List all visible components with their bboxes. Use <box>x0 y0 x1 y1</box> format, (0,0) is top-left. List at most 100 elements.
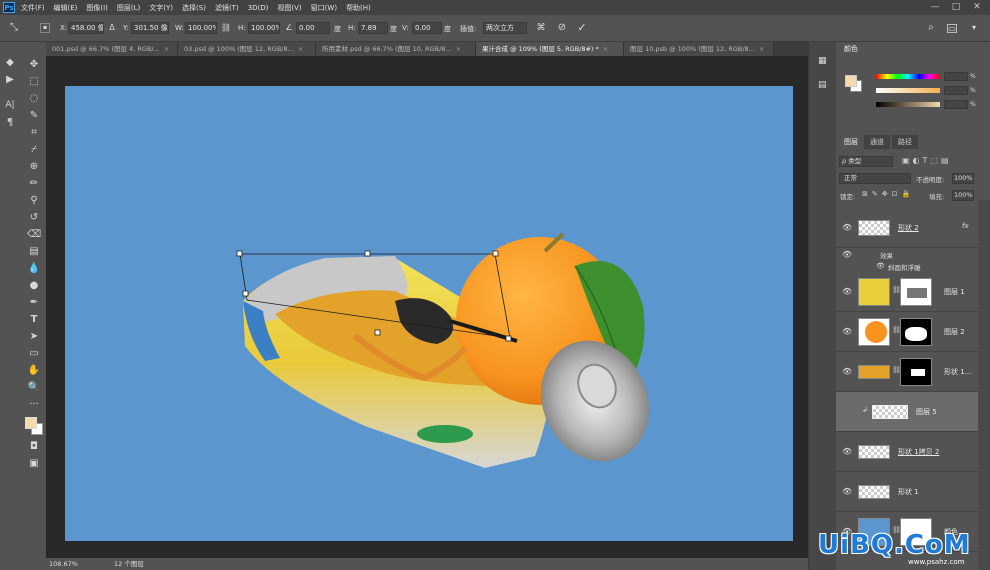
menu-help[interactable]: 帮助(H) <box>346 3 371 13</box>
menu-view[interactable]: 视图(V) <box>277 3 301 13</box>
color-field-1[interactable] <box>944 72 968 81</box>
menu-window[interactable]: 窗口(W) <box>311 3 337 13</box>
cancel-transform-icon[interactable]: ⊘ <box>556 22 568 34</box>
color-field-2[interactable] <box>944 86 968 95</box>
mask-link-icon[interactable]: ⛓ <box>892 286 901 297</box>
saturation-slider[interactable] <box>876 88 940 93</box>
hskew-field[interactable]: 7.89 <box>358 22 388 34</box>
menu-file[interactable]: 文件(F) <box>21 3 45 13</box>
workspace-icon[interactable]: ▭ <box>947 24 957 33</box>
transform-handle-br[interactable] <box>505 335 512 342</box>
warp-icon[interactable]: ⌘ <box>535 22 547 34</box>
paragraph-panel-icon[interactable]: ¶ <box>3 116 17 130</box>
maximize-icon[interactable]: □ <box>951 2 961 12</box>
menu-image[interactable]: 图像(I) <box>86 3 108 13</box>
visibility-eye-icon[interactable]: 👁 <box>842 487 852 496</box>
close-icon[interactable]: ✕ <box>972 2 982 12</box>
menu-select[interactable]: 选择(S) <box>182 3 206 13</box>
healing-tool-icon[interactable]: ⊕ <box>27 160 41 174</box>
tab-channels[interactable]: 通道 <box>864 135 890 149</box>
layer-name[interactable]: 形状 2 <box>898 223 919 233</box>
history-brush-icon[interactable]: ↺ <box>27 211 41 225</box>
tab-close-icon[interactable]: × <box>603 42 608 56</box>
layer-row[interactable]: 👁 形状 2 fx <box>836 208 978 248</box>
hue-slider[interactable] <box>876 74 940 79</box>
menu-layer[interactable]: 图层(L) <box>117 3 140 13</box>
menu-3d[interactable]: 3D(D) <box>248 4 269 12</box>
visibility-eye-icon[interactable]: 👁 <box>842 367 852 376</box>
play-icon[interactable]: ▶ <box>3 73 17 87</box>
tab-03-psd[interactable]: 03.psd @ 100% (图层 12, RGB/8... × <box>178 42 316 56</box>
transform-handle-tl[interactable] <box>236 250 243 257</box>
lock-icons[interactable]: ⊠✎✥⊡🔒 <box>862 190 914 198</box>
y-field[interactable]: 301.50 像素 <box>131 22 169 34</box>
tab-juice-composite[interactable]: 果汁合成 @ 109% (图层 5, RGB/8#) * × <box>476 42 624 56</box>
tab-001-psd[interactable]: 001.psd @ 66.7% (图层 4, RGB/... × <box>46 42 178 56</box>
color-field-3[interactable] <box>944 100 968 109</box>
minimize-icon[interactable]: — <box>930 2 940 12</box>
layers-scrollbar[interactable] <box>978 200 990 570</box>
menu-edit[interactable]: 编辑(E) <box>54 3 78 13</box>
tab-close-icon[interactable]: × <box>298 42 303 56</box>
tab-layer10-psb[interactable]: 图层 10.psb @ 100% (图层 12, RGB/8... × <box>624 42 774 56</box>
tab-color[interactable]: 颜色 <box>838 42 864 56</box>
stamp-tool-icon[interactable]: ⚲ <box>27 194 41 208</box>
transform-handle-tc[interactable] <box>364 250 371 257</box>
shape-tool-icon[interactable]: ▭ <box>27 347 41 361</box>
quick-select-tool-icon[interactable]: ✎ <box>27 109 41 123</box>
layer-row[interactable]: 👁 ⛓ 图层 1 <box>836 272 978 312</box>
foreground-color-swatch[interactable] <box>25 417 37 429</box>
visibility-eye-icon[interactable] <box>842 407 851 416</box>
layer-row[interactable]: 👁 ⛓ 形状 1... <box>836 352 978 392</box>
layer-row[interactable]: 👁 形状 1 <box>836 472 978 512</box>
tab-materials-psd[interactable]: 所用素材.psd @ 66.7% (图层 10, RGB/8... × <box>316 42 476 56</box>
effects-eye-icon[interactable]: 👁 <box>842 250 852 259</box>
tab-close-icon[interactable]: × <box>759 42 764 56</box>
document-canvas[interactable] <box>65 86 793 541</box>
panel-collapse-icon[interactable]: ◆ <box>3 56 17 70</box>
zoom-tool-icon[interactable]: 🔍 <box>27 381 41 395</box>
lasso-tool-icon[interactable]: ◌ <box>27 92 41 106</box>
layer-filter-icons[interactable]: ▣◐T⬚▤ <box>902 156 952 165</box>
interp-select[interactable]: 两次立方 <box>483 22 527 34</box>
link-icon[interactable]: ⛓ <box>220 22 232 34</box>
brush-tool-icon[interactable]: ✏ <box>27 177 41 191</box>
eraser-tool-icon[interactable]: ⌫ <box>27 228 41 242</box>
mask-link-icon[interactable]: ⛓ <box>892 326 901 337</box>
menu-type[interactable]: 文字(Y) <box>149 3 173 13</box>
transform-handle-bc[interactable] <box>374 329 381 336</box>
layer-name[interactable]: 形状 1... <box>944 367 971 377</box>
type-tool-icon[interactable]: T <box>27 313 41 327</box>
fill-field[interactable]: 100% <box>952 190 974 201</box>
character-panel-icon[interactable]: A| <box>3 98 17 112</box>
layer-name[interactable]: 图层 1 <box>944 287 965 297</box>
gradient-tool-icon[interactable]: ▤ <box>27 245 41 259</box>
blur-tool-icon[interactable]: 💧 <box>27 262 41 276</box>
path-select-icon[interactable]: ➤ <box>27 330 41 344</box>
brightness-slider[interactable] <box>876 102 940 107</box>
visibility-eye-icon[interactable]: 👁 <box>842 327 852 336</box>
tab-paths[interactable]: 路径 <box>892 135 918 149</box>
workspace-dropdown-icon[interactable]: ▾ <box>968 22 980 34</box>
visibility-eye-icon[interactable]: 👁 <box>842 287 852 296</box>
move-tool-icon[interactable]: ✥ <box>27 58 41 72</box>
quick-mask-icon[interactable]: ◘ <box>27 440 41 454</box>
layer-name[interactable]: 形状 1拷贝 2 <box>898 447 939 457</box>
layer-name[interactable]: 形状 1 <box>898 487 919 497</box>
visibility-eye-icon[interactable]: 👁 <box>842 223 852 232</box>
search-icon[interactable]: ⌕ <box>925 22 937 34</box>
layer-row[interactable]: ↲ 图层 5 <box>836 392 978 432</box>
layer-filter-select[interactable]: ρ 类型 <box>839 156 893 167</box>
blend-mode-select[interactable]: 正常 <box>839 173 911 184</box>
layer-row[interactable]: 👁 ⛓ 图层 2 <box>836 312 978 352</box>
properties-panel-icon[interactable]: ▤ <box>818 80 827 90</box>
fx-badge[interactable]: fx <box>962 222 969 230</box>
tab-layers[interactable]: 图层 <box>838 135 864 149</box>
crop-tool-icon[interactable]: ⌗ <box>27 126 41 140</box>
history-panel-icon[interactable]: ▦ <box>818 56 827 66</box>
zoom-level[interactable]: 108.67% <box>49 558 78 570</box>
tab-close-icon[interactable]: × <box>456 42 461 56</box>
eyedropper-tool-icon[interactable]: ⌿ <box>27 143 41 157</box>
opacity-field[interactable]: 100% <box>952 173 974 184</box>
h-field[interactable]: 100.00% <box>248 22 280 34</box>
